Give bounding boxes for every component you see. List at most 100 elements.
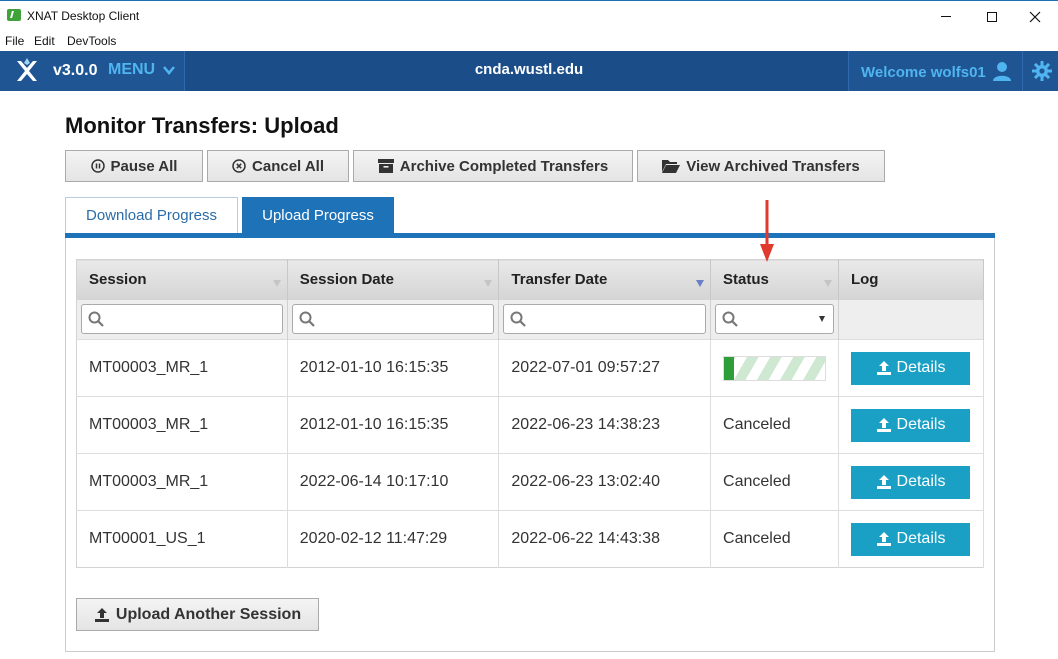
log-cell: Details <box>838 339 985 397</box>
pause-all-label: Pause All <box>110 157 178 175</box>
archive-completed-button[interactable]: Archive Completed Transfers <box>353 150 633 182</box>
window-titlebar: XNAT Desktop Client <box>0 0 1058 31</box>
sort-descending-icon <box>696 280 705 287</box>
session-date-cell: 2012-01-10 16:15:35 <box>287 339 500 397</box>
status-cell: Canceled <box>710 396 839 454</box>
transfer-date-cell: 2022-07-01 09:57:27 <box>498 339 712 397</box>
close-button[interactable] <box>1012 1 1058 32</box>
session-date-cell: 2020-02-12 11:47:29 <box>287 510 500 568</box>
user-icon <box>993 62 1011 81</box>
table-row: MT00001_US_1 2020-02-12 11:47:29 2022-06… <box>76 510 985 568</box>
filter-cell <box>710 299 839 340</box>
menu-file[interactable]: File <box>5 34 24 48</box>
cancel-all-label: Cancel All <box>252 157 324 175</box>
details-label: Details <box>896 530 946 547</box>
progress-fill <box>724 356 735 380</box>
pause-all-button[interactable]: Pause All <box>65 150 203 182</box>
details-label: Details <box>896 416 946 433</box>
details-button[interactable]: Details <box>850 522 970 556</box>
gear-icon <box>1032 61 1052 81</box>
status-cell: Canceled <box>710 453 839 511</box>
table-row: MT00003_MR_1 2012-01-10 16:15:35 2022-07… <box>76 339 985 397</box>
upload-icon <box>876 532 891 546</box>
archive-icon <box>377 159 394 173</box>
details-label: Details <box>896 473 946 490</box>
column-label: Status <box>723 271 769 289</box>
pause-icon <box>90 159 105 173</box>
column-label: Session Date <box>299 271 394 289</box>
column-header-transfer-date[interactable]: Transfer Date <box>498 259 712 300</box>
window-title: XNAT Desktop Client <box>27 9 140 23</box>
search-icon <box>510 311 527 328</box>
column-header-status[interactable]: Status <box>710 259 839 300</box>
column-header-session-date[interactable]: Session Date <box>287 259 500 300</box>
upload-icon <box>876 475 891 489</box>
sort-icon <box>484 280 493 287</box>
filter-row <box>76 299 985 340</box>
details-button[interactable]: Details <box>850 408 970 442</box>
details-label: Details <box>896 359 946 376</box>
session-cell: MT00001_US_1 <box>76 510 288 568</box>
archive-completed-label: Archive Completed Transfers <box>399 157 609 175</box>
log-cell: Details <box>838 396 985 454</box>
menu-devtools[interactable]: DevTools <box>67 34 116 48</box>
column-label: Session <box>89 271 147 289</box>
sort-icon <box>823 280 832 287</box>
transfer-date-cell: 2022-06-23 14:38:23 <box>498 396 712 454</box>
table-row: MT00003_MR_1 2022-06-14 10:17:10 2022-06… <box>76 453 985 511</box>
upload-icon <box>876 361 891 375</box>
column-header-session[interactable]: Session <box>76 259 288 300</box>
upload-another-label: Upload Another Session <box>115 605 302 623</box>
header-row: Session Session Date Transfer Date Statu… <box>76 259 985 300</box>
table-row: MT00003_MR_1 2012-01-10 16:15:35 2022-06… <box>76 396 985 454</box>
view-archived-label: View Archived Transfers <box>686 157 860 175</box>
folder-open-icon <box>662 160 681 173</box>
minimize-button[interactable] <box>923 1 969 32</box>
welcome-label: Welcome wolfs01 <box>861 64 986 81</box>
cancel-all-button[interactable]: Cancel All <box>207 150 349 182</box>
search-icon <box>88 311 104 328</box>
maximize-icon <box>987 11 997 22</box>
menu-bar: File Edit DevTools <box>0 31 1058 51</box>
session-date-filter-input[interactable] <box>291 304 495 335</box>
transfer-date-filter-input[interactable] <box>503 304 707 335</box>
filter-cell <box>76 299 288 340</box>
search-icon <box>722 311 738 328</box>
tab-download-progress[interactable]: Download Progress <box>65 197 238 233</box>
column-label: Log <box>850 271 879 289</box>
settings-button[interactable] <box>1022 51 1058 91</box>
menu-edit[interactable]: Edit <box>34 34 55 48</box>
view-archived-button[interactable]: View Archived Transfers <box>637 150 885 182</box>
upload-another-session-button[interactable]: Upload Another Session <box>76 598 319 631</box>
details-button[interactable]: Details <box>850 465 970 499</box>
upload-icon <box>876 418 891 432</box>
status-filter-select[interactable] <box>715 304 834 335</box>
filter-cell <box>498 299 712 340</box>
session-cell: MT00003_MR_1 <box>76 396 288 454</box>
column-header-log: Log <box>838 259 985 300</box>
user-menu[interactable]: Welcome wolfs01 <box>848 51 1022 91</box>
upload-icon <box>94 607 109 622</box>
log-cell: Details <box>838 453 985 511</box>
status-cell <box>710 339 839 397</box>
column-label: Transfer Date <box>511 271 608 289</box>
transfers-table: Session Session Date Transfer Date Statu… <box>76 259 985 568</box>
cancel-circle-icon <box>232 159 246 173</box>
session-date-cell: 2012-01-10 16:15:35 <box>287 396 500 454</box>
details-button[interactable]: Details <box>850 351 970 385</box>
log-cell: Details <box>838 510 985 568</box>
maximize-button[interactable] <box>969 1 1015 32</box>
page-title: Monitor Transfers: Upload <box>65 113 339 138</box>
sort-icon <box>272 280 281 287</box>
search-icon <box>299 311 315 328</box>
session-filter-input[interactable] <box>81 304 283 335</box>
dropdown-caret-icon <box>818 316 825 323</box>
session-cell: MT00003_MR_1 <box>76 339 288 397</box>
close-icon <box>1029 11 1041 22</box>
tab-upload-progress[interactable]: Upload Progress <box>242 197 394 233</box>
filter-cell <box>287 299 500 340</box>
app-header: v3.0.0 MENU cnda.wustl.edu Welcome wolfs… <box>0 51 1058 91</box>
upload-progress-bar <box>723 355 827 381</box>
minimize-icon <box>941 16 951 17</box>
annotation-arrow-icon <box>760 200 774 262</box>
